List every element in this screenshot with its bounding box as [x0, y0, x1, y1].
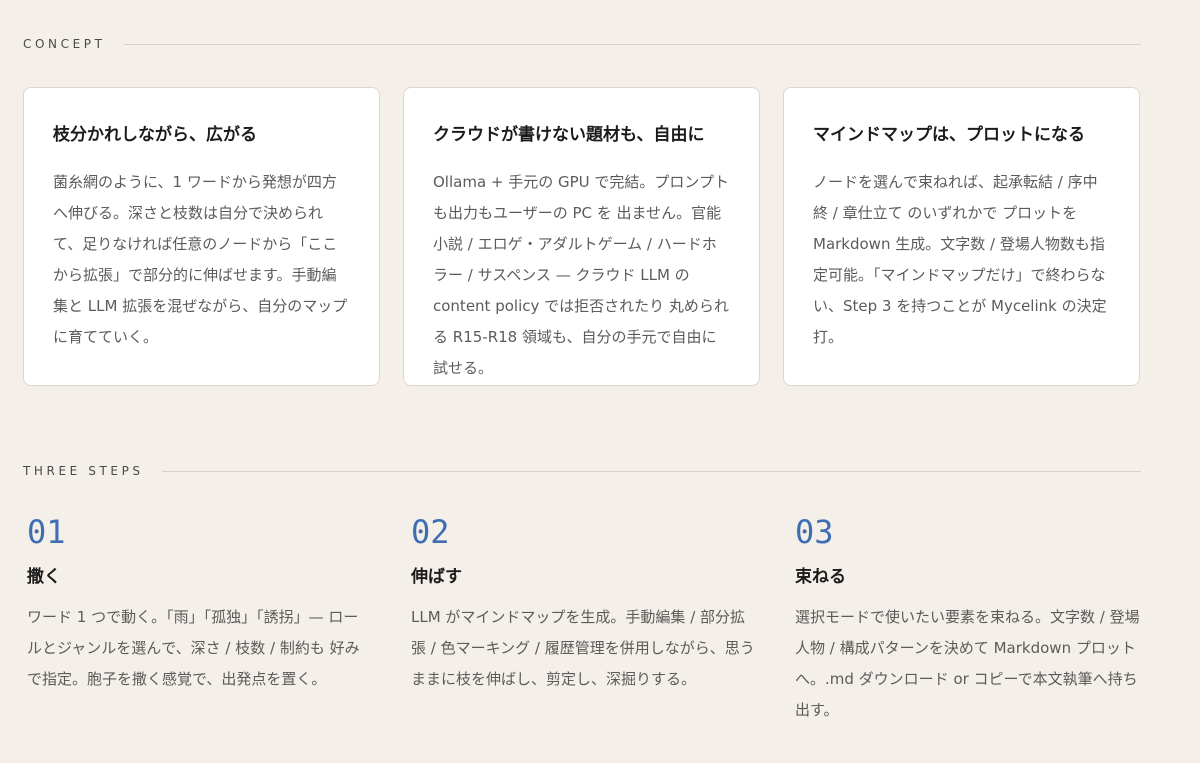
concept-label: CONCEPT: [23, 37, 106, 51]
card-title: マインドマップは、プロットになる: [813, 125, 1085, 145]
step-body: ワード 1 つで動く。「雨」「孤独」「誘拐」— ロールとジャンルを選んで、深さ …: [27, 608, 360, 688]
page: CONCEPT 枝分かれしながら、広がる 菌糸網のように、1 ワードから発想が四…: [0, 0, 1200, 763]
steps-section-header: THREE STEPS: [23, 463, 1141, 479]
concept-card-branching: 枝分かれしながら、広がる 菌糸網のように、1 ワードから発想が四方へ伸びる。深さ…: [23, 87, 380, 386]
card-title: クラウドが書けない題材も、自由に: [433, 125, 705, 145]
card-body: ノードを選んで束ねれば、起承転結 / 序中終 / 章仕立て のいずれかで プロッ…: [813, 173, 1107, 346]
steps-list: 01 撒く ワード 1 つで動く。「雨」「孤独」「誘拐」— ロールとジャンルを選…: [27, 512, 1141, 726]
card-body: 菌糸網のように、1 ワードから発想が四方へ伸びる。深さと枝数は自分で決められて、…: [53, 173, 348, 346]
steps-label: THREE STEPS: [23, 464, 144, 478]
card-body: Ollama + 手元の GPU で完結。プロンプトも出力もユーザーの PC を…: [433, 173, 729, 377]
concept-cards: 枝分かれしながら、広がる 菌糸網のように、1 ワードから発想が四方へ伸びる。深さ…: [23, 87, 1141, 386]
steps-divider: [161, 470, 1141, 472]
concept-divider: [123, 43, 1141, 45]
step-sow: 01 撒く ワード 1 つで動く。「雨」「孤独」「誘拐」— ロールとジャンルを選…: [27, 512, 411, 726]
step-bundle: 03 束ねる 選択モードで使いたい要素を束ねる。文字数 / 登場人物 / 構成パ…: [795, 512, 1141, 726]
step-title: 伸ばす: [411, 567, 462, 587]
step-body: 選択モードで使いたい要素を束ねる。文字数 / 登場人物 / 構成パターンを決めて…: [795, 608, 1140, 719]
concept-card-local-llm: クラウドが書けない題材も、自由に Ollama + 手元の GPU で完結。プロ…: [403, 87, 760, 386]
card-title: 枝分かれしながら、広がる: [53, 125, 257, 145]
step-title: 撒く: [27, 567, 61, 587]
step-number: 02: [411, 513, 450, 551]
step-title: 束ねる: [795, 567, 846, 587]
step-number: 03: [795, 513, 834, 551]
step-grow: 02 伸ばす LLM がマインドマップを生成。手動編集 / 部分拡張 / 色マー…: [411, 512, 795, 726]
step-body: LLM がマインドマップを生成。手動編集 / 部分拡張 / 色マーキング / 履…: [411, 608, 755, 688]
concept-card-plot: マインドマップは、プロットになる ノードを選んで束ねれば、起承転結 / 序中終 …: [783, 87, 1140, 386]
step-number: 01: [27, 513, 66, 551]
concept-section-header: CONCEPT: [23, 36, 1141, 52]
